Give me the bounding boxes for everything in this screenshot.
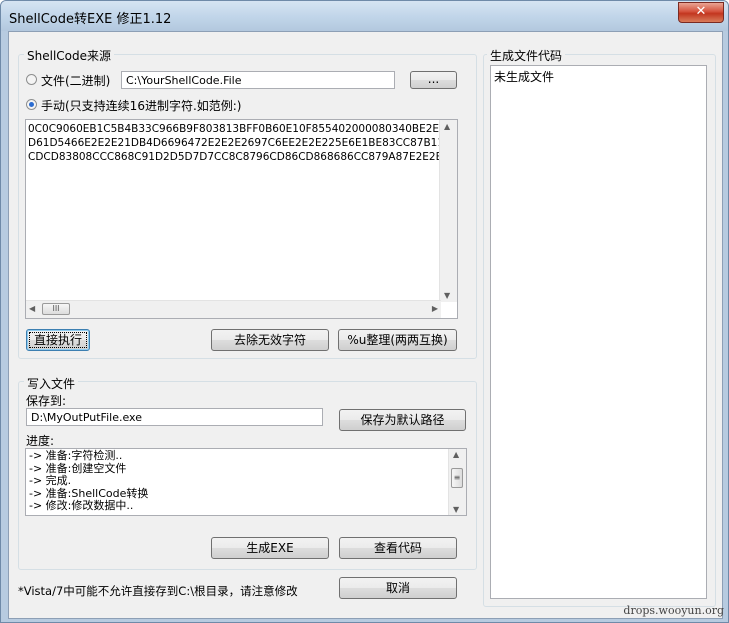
progress-line: -> 修改:修改数据中..: [29, 499, 134, 512]
hex-horizontal-scrollbar[interactable]: ◀ III ▶: [26, 300, 441, 318]
hex-line: D61D5466E2E2E21DB4D6696472E2E2E2697C6EE2…: [28, 137, 458, 149]
hex-vertical-scrollbar[interactable]: ▲ ▼: [439, 120, 457, 302]
progress-scroll-thumb[interactable]: ≡: [451, 468, 463, 488]
hex-input[interactable]: 0C0C9060EB1C5B4B33C966B9F803813BFF0B60E1…: [25, 119, 458, 319]
file-radio-label[interactable]: 文件(二进制): [41, 72, 110, 89]
scroll-down-icon[interactable]: ▼: [453, 505, 459, 514]
scroll-right-icon[interactable]: ▶: [432, 304, 438, 313]
browse-button[interactable]: ...: [410, 71, 457, 89]
manual-radio[interactable]: [26, 99, 37, 110]
strip-invalid-button[interactable]: 去除无效字符: [211, 329, 329, 351]
file-path-input[interactable]: C:\YourShellCode.File: [121, 71, 395, 89]
file-radio[interactable]: [26, 74, 37, 85]
manual-radio-label[interactable]: 手动(只支持连续16进制字符.如范例:): [41, 97, 242, 114]
save-default-button[interactable]: 保存为默认路径: [339, 409, 466, 431]
scroll-left-icon[interactable]: ◀: [29, 304, 35, 313]
cancel-button[interactable]: 取消: [339, 577, 457, 599]
save-to-label: 保存到:: [26, 394, 67, 408]
view-code-button[interactable]: 查看代码: [339, 537, 457, 559]
watermark: drops.wooyun.org: [623, 604, 724, 617]
save-path-input[interactable]: D:\MyOutPutFile.exe: [26, 408, 323, 426]
progress-scrollbar[interactable]: ▲ ≡ ▼: [448, 449, 466, 515]
output-code-text: 未生成文件: [494, 70, 555, 84]
hex-line: 0C0C9060EB1C5B4B33C966B9F803813BFF0B60E1…: [28, 123, 458, 135]
hex-line: CDCD83808CCC868C91D2D5D7D7CC8C8796CD86CD…: [28, 151, 449, 163]
generate-exe-button[interactable]: 生成EXE: [211, 537, 329, 559]
swap-u-button[interactable]: %u整理(两两互换): [338, 329, 457, 351]
source-group-label: ShellCode来源: [24, 47, 114, 64]
progress-line: -> 完成.: [29, 474, 72, 487]
output-code-area[interactable]: 未生成文件: [490, 65, 707, 599]
output-group-label: 生成文件代码: [487, 47, 566, 64]
window-title: ShellCode转EXE 修正1.12: [9, 12, 172, 27]
progress-list[interactable]: -> 准备:字符检测.. -> 准备:创建空文件 -> 完成. -> 准备:Sh…: [25, 448, 467, 516]
scroll-up-icon[interactable]: ▲: [453, 450, 459, 459]
write-group-label: 写入文件: [24, 375, 79, 392]
client-area: ShellCode来源 文件(二进制) C:\YourShellCode.Fil…: [8, 31, 723, 619]
progress-line: -> 准备:创建空文件: [29, 461, 127, 475]
hex-scroll-thumb[interactable]: III: [42, 303, 70, 315]
title-bar[interactable]: ShellCode转EXE 修正1.12 ✕: [1, 1, 728, 31]
progress-label: 进度:: [26, 434, 55, 448]
scroll-up-icon[interactable]: ▲: [444, 122, 450, 131]
vista-note: *Vista/7中可能不允许直接存到C:\根目录，请注意修改: [18, 584, 298, 598]
close-button[interactable]: ✕: [678, 2, 724, 23]
progress-line: -> 准备:字符检测..: [29, 449, 123, 462]
scroll-down-icon[interactable]: ▼: [444, 291, 450, 300]
run-directly-button[interactable]: 直接执行: [26, 329, 90, 351]
app-window: ShellCode转EXE 修正1.12 ✕ ShellCode来源 文件(二进…: [0, 0, 729, 623]
